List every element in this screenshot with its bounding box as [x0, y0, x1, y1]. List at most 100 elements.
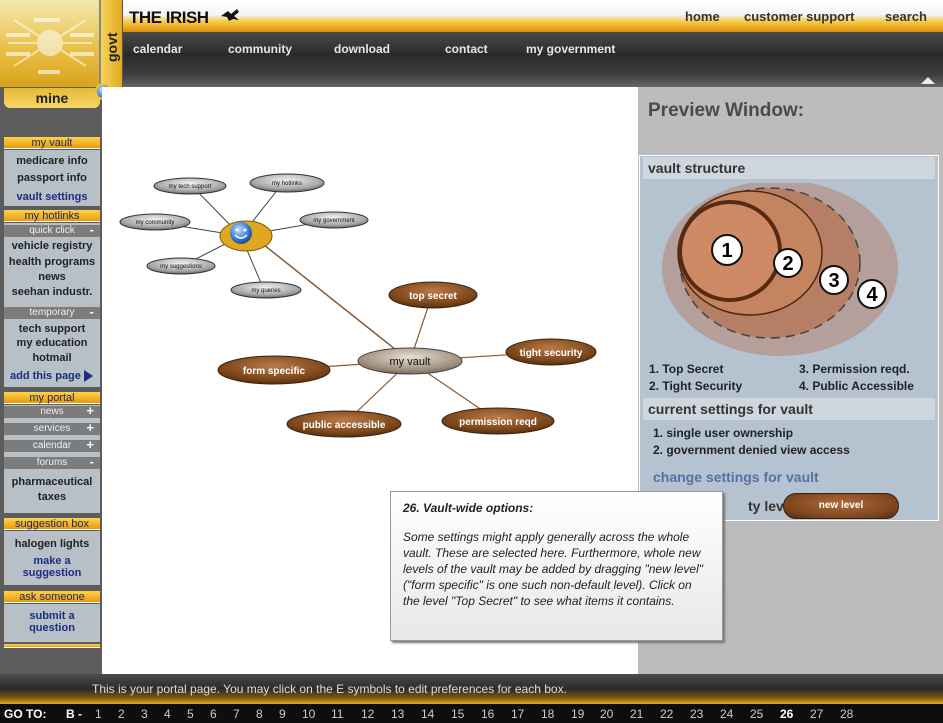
goto-page-link[interactable]: 28: [840, 707, 853, 721]
smiley-icon: [230, 222, 252, 244]
goto-page-link[interactable]: 12: [361, 707, 374, 721]
goto-page-link[interactable]: 22: [660, 707, 673, 721]
sidebar-item-medicare[interactable]: medicare info: [4, 155, 100, 167]
portal-services-toggle[interactable]: services +: [4, 421, 100, 435]
goto-page-link[interactable]: 24: [720, 707, 733, 721]
sidebar-item-seehan[interactable]: seehan industr.: [4, 286, 100, 298]
submit-question-link[interactable]: submit a question: [4, 610, 100, 634]
goto-page-link[interactable]: 17: [511, 707, 524, 721]
change-settings-link[interactable]: change settings for vault: [653, 469, 819, 485]
portal-calendar-toggle[interactable]: calendar +: [4, 438, 100, 452]
suggestion-box-header[interactable]: suggestion box: [4, 518, 100, 530]
goto-page-link[interactable]: 25: [750, 707, 763, 721]
goto-page-link[interactable]: 20: [600, 707, 613, 721]
vault-rings-diagram: 1 2 3 4: [662, 183, 898, 356]
map-node-label: my community: [136, 220, 175, 226]
suggestion-item[interactable]: halogen lights: [4, 538, 100, 550]
sidebar-item-taxes[interactable]: taxes: [4, 491, 100, 503]
map-node-label: tight security: [520, 348, 583, 359]
ask-someone-header[interactable]: ask someone: [4, 591, 100, 603]
make-suggestion-link[interactable]: make a suggestion: [4, 555, 100, 579]
temporary-toggle[interactable]: temporary -: [4, 305, 100, 319]
ring-number: 2: [782, 253, 793, 275]
logo-graphic: [6, 18, 94, 74]
portal-forums-toggle[interactable]: forums -: [4, 455, 100, 469]
goto-page-link[interactable]: 21: [630, 707, 643, 721]
sidebar-item-vault-settings[interactable]: vault settings: [4, 191, 100, 203]
goto-page-link[interactable]: 19: [571, 707, 584, 721]
map-node-label: form specific: [243, 366, 306, 377]
goto-page-link[interactable]: 2: [118, 707, 125, 721]
mine-tab[interactable]: mine: [4, 88, 100, 108]
ring-number: 1: [721, 240, 732, 262]
goto-page-link[interactable]: 27: [810, 707, 823, 721]
goto-page-link[interactable]: 18: [541, 707, 554, 721]
setting-item: 1. single user ownership: [653, 426, 794, 440]
quick-click-toggle[interactable]: quick click -: [4, 223, 100, 237]
nav-community[interactable]: community: [228, 42, 292, 56]
new-level-button[interactable]: new level: [783, 493, 899, 519]
goto-page-link[interactable]: 7: [233, 707, 240, 721]
vault-structure-header: vault structure: [643, 157, 935, 179]
goto-page-link[interactable]: 5: [187, 707, 194, 721]
collapse-icon[interactable]: -: [90, 305, 94, 318]
govt-tab[interactable]: govt: [101, 0, 123, 87]
brand-name: THE IRISH: [129, 8, 209, 27]
goto-page-link[interactable]: 23: [690, 707, 703, 721]
goto-page-link[interactable]: 3: [141, 707, 148, 721]
home-link[interactable]: home: [685, 9, 720, 24]
sidebar-item-vehicle[interactable]: vehicle registry: [4, 240, 100, 252]
sidebar-item-tech-support[interactable]: tech support: [4, 323, 100, 335]
legend-tight-security: 2. Tight Security: [649, 379, 743, 393]
map-node-label: permission reqd: [459, 417, 537, 428]
goto-page-link[interactable]: 9: [279, 707, 286, 721]
goto-page-link[interactable]: 26: [780, 707, 793, 721]
setting-item: 2. government denied view access: [653, 443, 850, 457]
nav-contact[interactable]: contact: [445, 42, 488, 56]
arrow-right-icon: [83, 370, 93, 383]
legend-top-secret: 1. Top Secret: [649, 362, 724, 376]
map-node-label: my queries: [251, 288, 280, 294]
goto-label: GO TO:: [4, 707, 47, 721]
search-link[interactable]: search: [885, 9, 927, 24]
tooltip-title: 26. Vault-wide options:: [403, 501, 534, 515]
header-top-bar: THE IRISH home customer support search: [123, 0, 943, 32]
my-vault-header[interactable]: my vault: [4, 137, 100, 149]
sidebar-item-education[interactable]: my education: [4, 337, 100, 349]
goto-page-link[interactable]: 13: [391, 707, 404, 721]
nav-calendar[interactable]: calendar: [133, 42, 182, 56]
sidebar-item-health[interactable]: health programs: [4, 256, 100, 268]
goto-page-link[interactable]: 14: [421, 707, 434, 721]
sidebar-item-hotmail[interactable]: hotmail: [4, 352, 100, 364]
goto-page-link[interactable]: 8: [256, 707, 263, 721]
logo: [0, 0, 101, 87]
shamrock-icon: [221, 9, 239, 21]
goto-page-link[interactable]: 4: [164, 707, 171, 721]
current-settings-header: current settings for vault: [643, 398, 935, 420]
nav-download[interactable]: download: [334, 42, 390, 56]
customer-support-link[interactable]: customer support: [744, 9, 855, 24]
goto-page-link[interactable]: 6: [210, 707, 217, 721]
goto-page-link[interactable]: 1: [95, 707, 102, 721]
collapse-icon[interactable]: -: [90, 223, 94, 236]
expand-icon[interactable]: +: [86, 438, 94, 451]
goto-page-link[interactable]: 10: [302, 707, 315, 721]
ring-number: 3: [828, 270, 839, 292]
portal-news-toggle[interactable]: news +: [4, 404, 100, 418]
expand-icon[interactable]: +: [86, 421, 94, 434]
goto-page-link[interactable]: 16: [481, 707, 494, 721]
sidebar-item-passport[interactable]: passport info: [4, 172, 100, 184]
nav-my-government[interactable]: my government: [526, 42, 615, 56]
sidebar-item-pharmaceutical[interactable]: pharmaceutical: [4, 476, 100, 488]
map-node-label: top secret: [409, 291, 457, 302]
scroll-up-icon[interactable]: [921, 77, 935, 84]
collapse-icon[interactable]: -: [90, 455, 94, 468]
add-this-page-button[interactable]: add this page: [4, 370, 100, 383]
map-node-label: my government: [313, 218, 355, 224]
ring-number: 4: [866, 284, 878, 306]
my-hotlinks-header[interactable]: my hotlinks: [4, 210, 100, 222]
sidebar-item-news[interactable]: news: [4, 271, 100, 283]
goto-page-link[interactable]: 11: [331, 707, 343, 721]
goto-page-link[interactable]: 15: [451, 707, 464, 721]
expand-icon[interactable]: +: [86, 404, 94, 417]
